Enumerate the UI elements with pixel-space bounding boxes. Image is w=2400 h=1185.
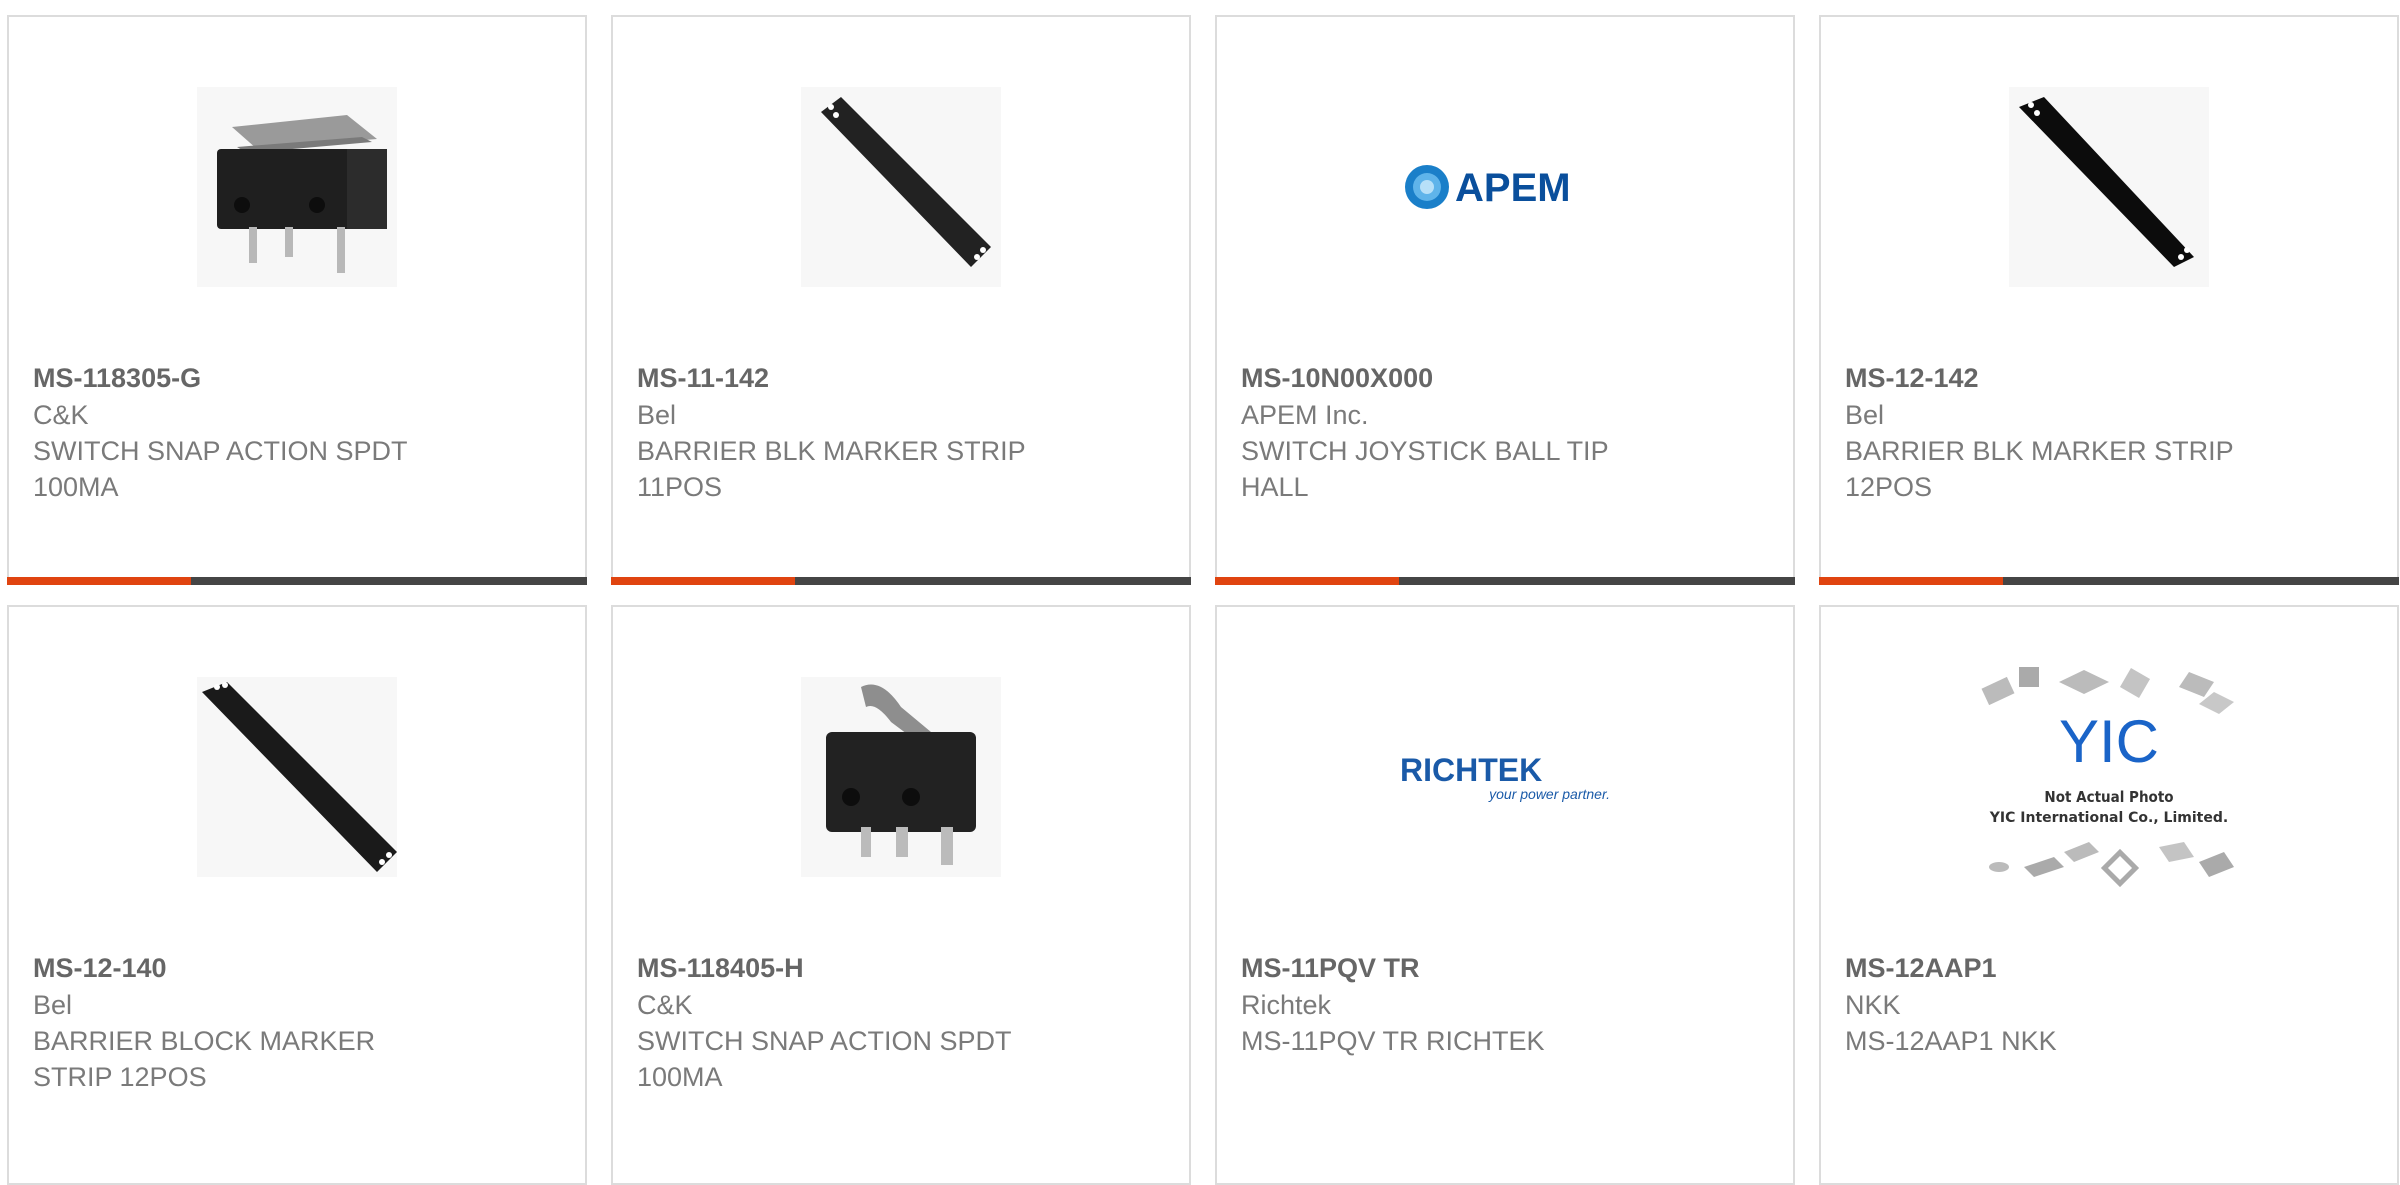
manufacturer: Bel bbox=[637, 400, 677, 430]
description: MS-11PQV TR RICHTEK bbox=[1241, 1026, 1545, 1056]
product-card[interactable]: MS-11-142 Bel BARRIER BLK MARKER STRIP 1… bbox=[611, 15, 1191, 585]
card-progress-bar bbox=[7, 577, 587, 585]
richtek-logo: RICHTEK your power partner. bbox=[1400, 752, 1610, 802]
manufacturer: C&K bbox=[33, 400, 89, 430]
part-number[interactable]: MS-118305-G bbox=[33, 359, 561, 397]
product-info: MS-10N00X000 APEM Inc. SWITCH JOYSTICK B… bbox=[1241, 359, 1769, 505]
yic-logo-text: YIC bbox=[2059, 708, 2159, 775]
product-info: MS-11PQV TR Richtek MS-11PQV TR RICHTEK bbox=[1241, 949, 1769, 1059]
company-name-label: YIC International Co., Limited. bbox=[1989, 810, 2228, 826]
manufacturer: C&K bbox=[637, 990, 693, 1020]
card-bar-accent bbox=[611, 577, 795, 585]
description: SWITCH SNAP ACTION SPDT 100MA bbox=[637, 1026, 1012, 1092]
description: SWITCH JOYSTICK BALL TIP HALL bbox=[1241, 436, 1609, 502]
product-image-area bbox=[613, 17, 1189, 357]
product-card[interactable]: MS-12-140 Bel BARRIER BLOCK MARKER STRIP… bbox=[7, 605, 587, 1185]
product-card[interactable]: MS-118405-H C&K SWITCH SNAP ACTION SPDT … bbox=[611, 605, 1191, 1185]
product-info: MS-118305-G C&K SWITCH SNAP ACTION SPDT … bbox=[33, 359, 561, 505]
product-image-area bbox=[9, 607, 585, 947]
part-number[interactable]: MS-12AAP1 bbox=[1845, 949, 2373, 987]
snap-switch-lever-image bbox=[197, 87, 397, 287]
product-info: MS-12-140 Bel BARRIER BLOCK MARKER STRIP… bbox=[33, 949, 561, 1095]
product-card[interactable]: APEM MS-10N00X000 APEM Inc. SWITCH JOYST… bbox=[1215, 15, 1795, 585]
marker-strip-image bbox=[801, 87, 1001, 287]
description: SWITCH SNAP ACTION SPDT 100MA bbox=[33, 436, 408, 502]
product-info: MS-12-142 Bel BARRIER BLK MARKER STRIP 1… bbox=[1845, 359, 2373, 505]
part-number[interactable]: MS-11PQV TR bbox=[1241, 949, 1769, 987]
card-progress-bar bbox=[611, 577, 1191, 585]
yic-not-actual-photo: YIC Not Actual Photo YIC International C… bbox=[1981, 667, 2234, 888]
apem-logo: APEM bbox=[1405, 165, 1571, 210]
part-number[interactable]: MS-118405-H bbox=[637, 949, 1165, 987]
card-bar-accent bbox=[1215, 577, 1399, 585]
card-bar-accent bbox=[1819, 577, 2003, 585]
product-card[interactable]: MS-12-142 Bel BARRIER BLK MARKER STRIP 1… bbox=[1819, 15, 2399, 585]
marker-strip-image bbox=[197, 677, 397, 877]
manufacturer: Bel bbox=[33, 990, 73, 1020]
manufacturer: Richtek bbox=[1241, 990, 1332, 1020]
marker-strip-image bbox=[2009, 87, 2209, 287]
description: MS-12AAP1 NKK bbox=[1845, 1026, 2057, 1056]
richtek-tagline: your power partner. bbox=[1488, 786, 1610, 802]
card-bar-accent bbox=[7, 577, 191, 585]
product-card[interactable]: YIC Not Actual Photo YIC International C… bbox=[1819, 605, 2399, 1185]
product-image-area bbox=[9, 17, 585, 357]
product-info: MS-11-142 Bel BARRIER BLK MARKER STRIP 1… bbox=[637, 359, 1165, 505]
manufacturer: NKK bbox=[1845, 990, 1901, 1020]
description: BARRIER BLK MARKER STRIP 11POS bbox=[637, 436, 1026, 502]
product-image-area bbox=[1821, 17, 2397, 357]
product-image-area bbox=[613, 607, 1189, 947]
not-actual-photo-label: Not Actual Photo bbox=[2044, 788, 2173, 806]
product-info: MS-118405-H C&K SWITCH SNAP ACTION SPDT … bbox=[637, 949, 1165, 1095]
manufacturer: Bel bbox=[1845, 400, 1885, 430]
description: BARRIER BLK MARKER STRIP 12POS bbox=[1845, 436, 2234, 502]
product-image-area: RICHTEK your power partner. bbox=[1217, 607, 1793, 947]
product-grid: MS-118305-G C&K SWITCH SNAP ACTION SPDT … bbox=[0, 0, 2400, 1185]
part-number[interactable]: MS-12-142 bbox=[1845, 359, 2373, 397]
product-image-area: APEM bbox=[1217, 17, 1793, 357]
description: BARRIER BLOCK MARKER STRIP 12POS bbox=[33, 1026, 376, 1092]
product-image-area: YIC Not Actual Photo YIC International C… bbox=[1821, 607, 2397, 947]
snap-switch-lever-image bbox=[801, 677, 1001, 877]
product-card[interactable]: RICHTEK your power partner. MS-11PQV TR … bbox=[1215, 605, 1795, 1185]
manufacturer: APEM Inc. bbox=[1241, 400, 1369, 430]
product-info: MS-12AAP1 NKK MS-12AAP1 NKK bbox=[1845, 949, 2373, 1059]
card-progress-bar bbox=[1819, 577, 2399, 585]
part-number[interactable]: MS-10N00X000 bbox=[1241, 359, 1769, 397]
part-number[interactable]: MS-11-142 bbox=[637, 359, 1165, 397]
richtek-logo-text: RICHTEK bbox=[1400, 752, 1542, 788]
part-number[interactable]: MS-12-140 bbox=[33, 949, 561, 987]
product-card[interactable]: MS-118305-G C&K SWITCH SNAP ACTION SPDT … bbox=[7, 15, 587, 585]
card-progress-bar bbox=[1215, 577, 1795, 585]
apem-logo-text: APEM bbox=[1455, 166, 1571, 210]
